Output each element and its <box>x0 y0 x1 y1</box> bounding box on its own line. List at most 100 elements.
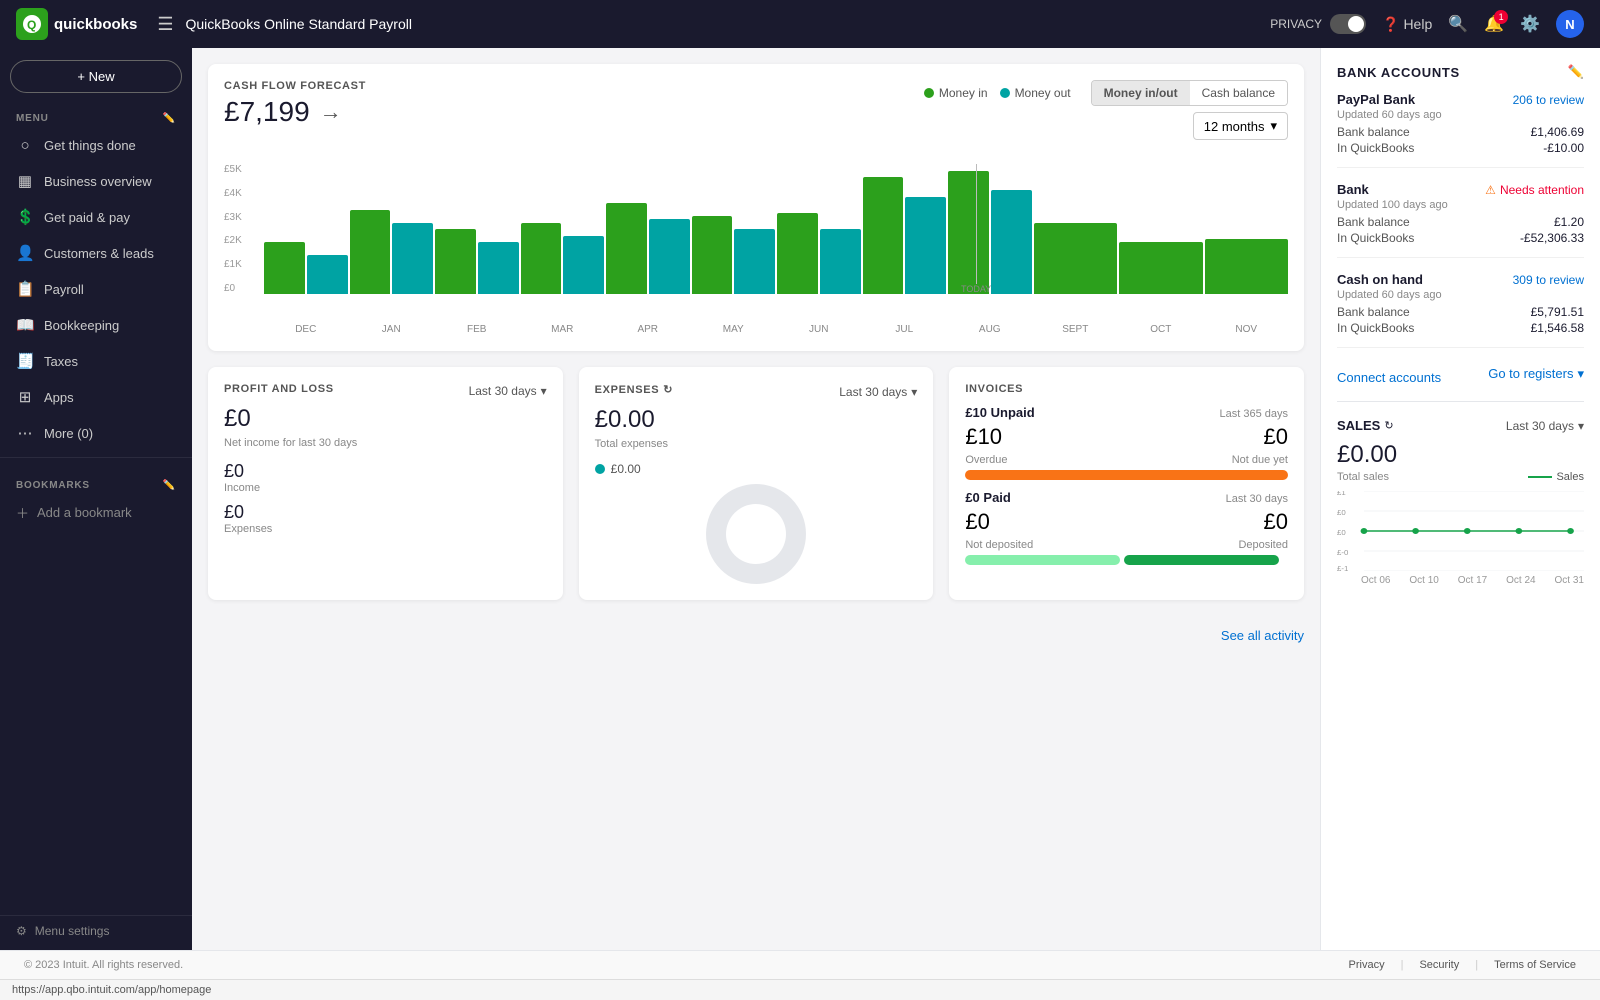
pl-period-button[interactable]: Last 30 days ▾ <box>469 384 547 398</box>
connect-accounts-link[interactable]: Connect accounts <box>1337 370 1441 385</box>
unpaid-period: Last 365 days <box>1219 408 1288 420</box>
profit-loss-header: PROFIT AND LOSS Last 30 days ▾ <box>224 383 547 399</box>
settings-button[interactable]: ⚙️ <box>1520 14 1540 34</box>
bar-money-in <box>692 216 733 294</box>
cashflow-arrow[interactable]: → <box>320 99 342 125</box>
go-to-registers-link[interactable]: Go to registers ▾ <box>1488 366 1584 382</box>
expenses-period-button[interactable]: Last 30 days ▾ <box>839 385 917 399</box>
sidebar-item-taxes[interactable]: 🧾 Taxes <box>0 343 192 379</box>
menu-settings-button[interactable]: ⚙ Menu settings <box>16 924 176 938</box>
bar-money-out <box>478 242 519 294</box>
sidebar-item-payroll[interactable]: 📋 Payroll <box>0 271 192 307</box>
bar-money-out <box>905 197 946 295</box>
new-button[interactable]: + New <box>10 60 182 93</box>
bank-item-bank: Bank ⚠ Needs attention Updated 100 days … <box>1337 182 1584 258</box>
svg-text:£0: £0 <box>1337 528 1346 536</box>
expenses-item: £0.00 <box>595 462 918 476</box>
sidebar-item-more[interactable]: ⋯ More (0) <box>0 415 192 451</box>
cashflow-amount: £7,199 → <box>224 96 366 128</box>
topbar: Q quickbooks ☰ QuickBooks Online Standar… <box>0 0 1600 48</box>
sidebar-item-get-paid-pay[interactable]: 💲 Get paid & pay <box>0 199 192 235</box>
expenses-row: £0 Expenses <box>224 502 547 535</box>
bar-money-out <box>563 236 604 295</box>
sales-total-amount: £0.00 <box>1337 441 1584 469</box>
menu-edit-icon[interactable]: ✏️ <box>163 113 176 124</box>
see-all-activity-link[interactable]: See all activity <box>1221 628 1304 643</box>
bank-accounts-section: BANK ACCOUNTS ✏️ PayPal Bank 206 to revi… <box>1337 64 1584 385</box>
privacy-link[interactable]: Privacy <box>1349 959 1385 971</box>
bar-money-in <box>521 223 562 295</box>
footer: © 2023 Intuit. All rights reserved. Priv… <box>0 950 1600 979</box>
sidebar-footer: ⚙ Menu settings <box>0 915 192 950</box>
sales-chart: £1 £0 £0 £-0 £-1 <box>1337 491 1584 571</box>
invoices-paid-amounts: £0 £0 <box>965 509 1288 535</box>
refresh-icon[interactable]: ↻ <box>663 383 673 396</box>
chevron-down-icon: ▾ <box>541 384 547 398</box>
bar-group <box>692 164 776 294</box>
bank-updated: Updated 100 days ago <box>1337 199 1584 211</box>
expenses-card: EXPENSES ↻ Last 30 days ▾ £0.00 Total ex… <box>579 367 934 600</box>
bar-money-out <box>392 223 433 295</box>
sidebar: + New MENU ✏️ ○ Get things done ▦ Busine… <box>0 48 192 950</box>
unpaid-label: £10 Unpaid <box>965 405 1034 420</box>
topbar-title: QuickBooks Online Standard Payroll <box>186 16 412 32</box>
svg-text:Q: Q <box>27 18 36 32</box>
sales-refresh-icon[interactable]: ↻ <box>1384 419 1393 432</box>
bar-money-in <box>1205 239 1289 294</box>
sidebar-item-customers-leads[interactable]: 👤 Customers & leads <box>0 235 192 271</box>
bank-name: Bank <box>1337 182 1369 197</box>
user-avatar[interactable]: N <box>1556 10 1584 38</box>
security-link[interactable]: Security <box>1419 959 1459 971</box>
taxes-icon: 🧾 <box>16 352 34 370</box>
money-in-out-button[interactable]: Money in/out <box>1092 81 1190 105</box>
chart-x-label: FEB <box>435 324 519 335</box>
see-all-section: See all activity <box>208 628 1304 643</box>
help-button[interactable]: ❓ Help <box>1382 16 1432 33</box>
paid-label: £0 Paid <box>965 490 1011 505</box>
hamburger-icon[interactable]: ☰ <box>157 14 173 35</box>
footer-links: Privacy | Security | Terms of Service <box>1349 959 1576 971</box>
bar-money-in <box>1034 223 1118 295</box>
sidebar-item-label: Apps <box>44 390 74 405</box>
cash-review-link[interactable]: 309 to review <box>1513 273 1584 287</box>
bank-edit-icon[interactable]: ✏️ <box>1568 64 1584 80</box>
bar-group <box>777 164 861 294</box>
sidebar-item-bookkeeping[interactable]: 📖 Bookkeeping <box>0 307 192 343</box>
chart-x-label: JUN <box>777 324 861 335</box>
topbar-left: Q quickbooks ☰ QuickBooks Online Standar… <box>16 8 412 40</box>
sidebar-item-apps[interactable]: ⊞ Apps <box>0 379 192 415</box>
bottom-cards: PROFIT AND LOSS Last 30 days ▾ £0 Net in… <box>208 367 1304 616</box>
privacy-toggle-switch[interactable] <box>1330 14 1366 34</box>
bank-header-row: Bank ⚠ Needs attention <box>1337 182 1584 197</box>
deposited-label: Deposited <box>1238 539 1288 551</box>
cash-balance-button[interactable]: Cash balance <box>1190 81 1287 105</box>
bank-balance-row: Bank balance £1.20 <box>1337 215 1584 229</box>
apps-icon: ⊞ <box>16 388 34 406</box>
add-bookmark-button[interactable]: ＋ Add a bookmark <box>0 495 192 530</box>
notifications-button[interactable]: 🔔 1 <box>1484 14 1504 34</box>
menu-label: MENU ✏️ <box>0 105 192 128</box>
sidebar-item-business-overview[interactable]: ▦ Business overview <box>0 163 192 199</box>
invoices-paid-header: £0 Paid Last 30 days <box>965 490 1288 505</box>
sales-period-button[interactable]: Last 30 days ▾ <box>1506 419 1584 433</box>
today-line <box>976 164 977 284</box>
paypal-review-link[interactable]: 206 to review <box>1513 93 1584 107</box>
invoices-title: INVOICES <box>965 383 1023 395</box>
get-paid-icon: 💲 <box>16 208 34 226</box>
bar-money-out <box>307 255 348 294</box>
chevron-down-icon: ▾ <box>911 385 917 399</box>
expenses-title: EXPENSES <box>595 384 660 396</box>
help-icon: ❓ <box>1382 16 1399 33</box>
sidebar-item-get-things-done[interactable]: ○ Get things done <box>0 128 192 163</box>
bookmarks-edit-icon[interactable]: ✏️ <box>163 480 176 491</box>
toggle-knob <box>1348 16 1364 32</box>
bar-group <box>521 164 605 294</box>
invoices-unpaid-header: £10 Unpaid Last 365 days <box>965 405 1288 420</box>
bar-group <box>1205 164 1289 294</box>
terms-link[interactable]: Terms of Service <box>1494 959 1576 971</box>
period-selector[interactable]: 12 months ▾ <box>1193 112 1288 140</box>
expenses-dot <box>595 464 605 474</box>
search-button[interactable]: 🔍 <box>1448 14 1468 34</box>
sales-sub: Total sales Sales <box>1337 471 1584 483</box>
bar-group <box>863 164 947 294</box>
